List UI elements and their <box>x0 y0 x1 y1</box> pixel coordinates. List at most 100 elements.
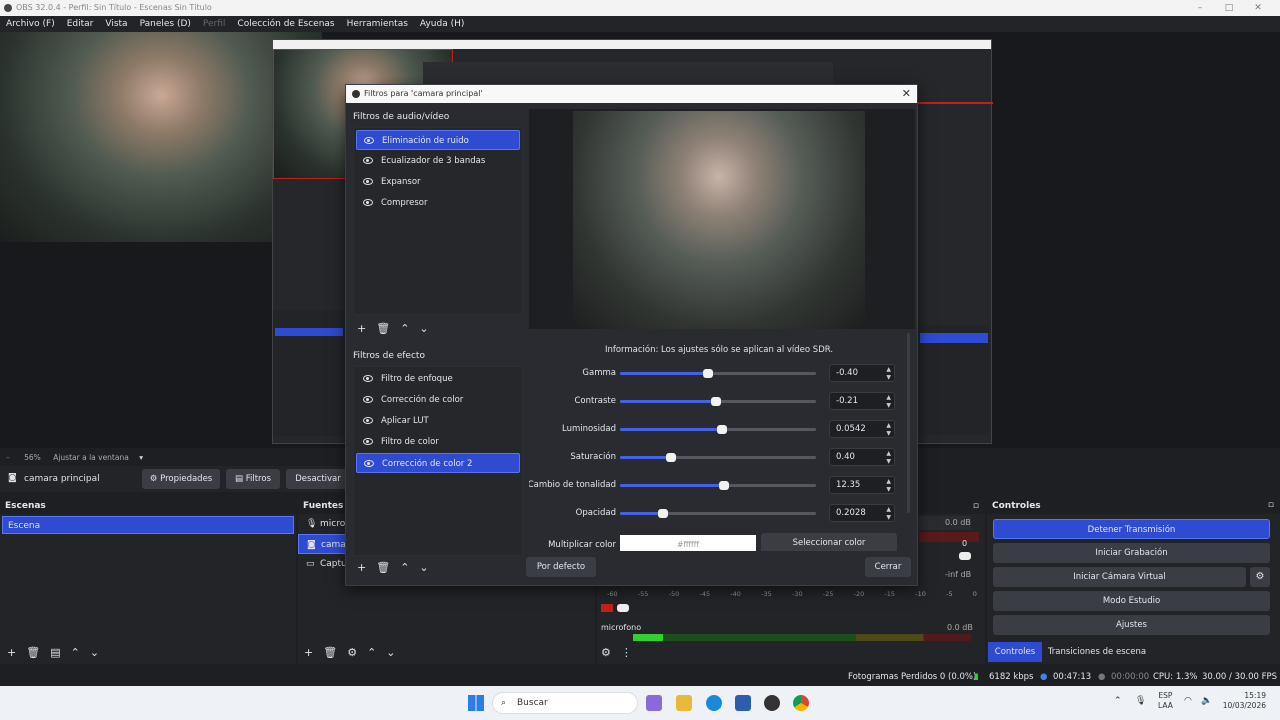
zoom-level[interactable]: 56% <box>24 453 41 462</box>
add-source-icon[interactable]: + <box>304 646 313 659</box>
remove-filter-icon[interactable]: 🗑 <box>376 322 390 335</box>
remove-source-icon[interactable]: 🗑 <box>323 646 337 659</box>
visibility-eye-icon[interactable] <box>363 199 373 206</box>
copilot-app-icon[interactable] <box>646 695 662 711</box>
tray-chevron-icon[interactable]: ⌃ <box>1114 696 1122 706</box>
start-recording-button[interactable]: Iniciar Grabación <box>993 543 1270 563</box>
volume-icon[interactable]: 🔈 <box>1201 696 1212 706</box>
taskbar-search[interactable]: ⌕ Buscar <box>492 692 638 714</box>
filter-down-icon[interactable]: ⌄ <box>419 322 428 335</box>
property-slider[interactable] <box>620 369 816 378</box>
mixer-volume-handle-2[interactable] <box>617 604 629 612</box>
av-filter-item[interactable]: Expansor <box>356 172 520 192</box>
menu-coleccion[interactable]: Colección de Escenas <box>237 16 334 32</box>
spin-up-icon[interactable]: ▲ <box>886 478 891 485</box>
spin-down-icon[interactable]: ▼ <box>886 402 891 409</box>
visibility-eye-icon[interactable] <box>363 438 373 445</box>
wifi-icon[interactable]: ◠ <box>1184 696 1192 706</box>
slider-handle[interactable] <box>716 425 727 434</box>
minimize-button[interactable]: – <box>1188 0 1212 16</box>
move-down-icon[interactable]: ⌄ <box>90 646 99 659</box>
deactivate-button[interactable]: Desactivar <box>286 469 350 489</box>
studio-mode-button[interactable]: Modo Estudio <box>993 591 1270 611</box>
tab-scene-transitions[interactable]: Transiciones de escena <box>1045 642 1149 662</box>
remove-fx-filter-icon[interactable]: 🗑 <box>376 561 390 574</box>
mic-tray-icon[interactable]: 🎙 <box>1135 696 1146 706</box>
visibility-eye-icon[interactable] <box>363 396 373 403</box>
properties-button[interactable]: ⚙ Propiedades <box>142 469 220 489</box>
tab-controls[interactable]: Controles <box>988 642 1042 662</box>
property-spinbox[interactable]: 0.40 ▲ ▼ <box>829 448 895 466</box>
property-spinbox[interactable]: 0.2028 ▲ ▼ <box>829 504 895 522</box>
property-slider[interactable] <box>620 509 816 518</box>
add-fx-filter-icon[interactable]: + <box>357 561 366 574</box>
spin-up-icon[interactable]: ▲ <box>886 366 891 373</box>
spin-up-icon[interactable]: ▲ <box>886 394 891 401</box>
slider-handle[interactable] <box>703 369 714 378</box>
fx-filter-item[interactable]: Aplicar LUT <box>356 411 520 431</box>
mixer-menu-icon[interactable]: ⋮ <box>621 646 632 659</box>
slider-handle[interactable] <box>718 481 729 490</box>
property-spinbox[interactable]: 12.35 ▲ ▼ <box>829 476 895 494</box>
menu-vista[interactable]: Vista <box>105 16 127 32</box>
mute-indicator[interactable] <box>601 604 613 612</box>
visibility-eye-icon[interactable] <box>363 417 373 424</box>
fx-filter-item[interactable]: Filtro de color <box>356 432 520 452</box>
visibility-eye-icon[interactable] <box>363 178 373 185</box>
settings-button[interactable]: Ajustes <box>993 615 1270 635</box>
windows-start-icon[interactable] <box>468 695 484 711</box>
fx-filter-down-icon[interactable]: ⌄ <box>419 561 428 574</box>
close-button[interactable]: Cerrar <box>865 557 911 577</box>
filter-up-icon[interactable]: ⌃ <box>400 322 409 335</box>
add-filter-icon[interactable]: + <box>357 322 366 335</box>
color-swatch[interactable]: #ffffff <box>620 535 756 551</box>
property-spinbox[interactable]: 0.0542 ▲ ▼ <box>829 420 895 438</box>
spin-up-icon[interactable]: ▲ <box>886 506 891 513</box>
spin-down-icon[interactable]: ▼ <box>886 458 891 465</box>
av-filter-item[interactable]: Eliminación de ruido <box>356 130 520 150</box>
menu-perfil[interactable]: Perfil <box>203 16 226 32</box>
av-filter-item[interactable]: Compresor <box>356 193 520 213</box>
chrome-browser-icon[interactable] <box>793 695 809 711</box>
dialog-close-icon[interactable]: ✕ <box>902 85 911 103</box>
fx-filter-item[interactable]: Corrección de color 2 <box>356 453 520 473</box>
fit-to-window[interactable]: Ajustar a la ventana <box>53 453 129 462</box>
menu-herramientas[interactable]: Herramientas <box>347 16 408 32</box>
remove-scene-icon[interactable]: 🗑 <box>26 646 40 659</box>
spin-down-icon[interactable]: ▼ <box>886 430 891 437</box>
language-indicator[interactable]: ESP LAA <box>1158 691 1173 711</box>
spin-down-icon[interactable]: ▼ <box>886 514 891 521</box>
spin-up-icon[interactable]: ▲ <box>886 422 891 429</box>
fx-filter-up-icon[interactable]: ⌃ <box>400 561 409 574</box>
add-scene-icon[interactable]: + <box>7 646 16 659</box>
controls-dock-float-icon[interactable]: ▫ <box>1268 500 1274 510</box>
menu-editar[interactable]: Editar <box>67 16 94 32</box>
spin-down-icon[interactable]: ▼ <box>886 374 891 381</box>
source-settings-icon[interactable]: ⚙ <box>347 646 357 659</box>
obs-taskbar-icon[interactable] <box>764 695 780 711</box>
source-up-icon[interactable]: ⌃ <box>367 646 376 659</box>
start-virtual-camera-button[interactable]: Iniciar Cámara Virtual <box>993 567 1246 587</box>
dock-float-icon[interactable]: ▫ <box>973 498 979 514</box>
visibility-eye-icon[interactable] <box>364 137 374 144</box>
visibility-eye-icon[interactable] <box>364 460 374 467</box>
spin-up-icon[interactable]: ▲ <box>886 450 891 457</box>
filters-button[interactable]: ▤ Filtros <box>226 469 280 489</box>
scene-item[interactable]: Escena <box>2 516 294 534</box>
visibility-eye-icon[interactable] <box>363 157 373 164</box>
fx-filter-item[interactable]: Filtro de enfoque <box>356 369 520 389</box>
menu-archivo[interactable]: Archivo (F) <box>6 16 55 32</box>
visibility-eye-icon[interactable] <box>363 375 373 382</box>
property-spinbox[interactable]: -0.21 ▲ ▼ <box>829 392 895 410</box>
taskbar-clock[interactable]: 15:19 10/03/2026 <box>1222 691 1266 711</box>
property-slider[interactable] <box>620 425 816 434</box>
move-up-icon[interactable]: ⌃ <box>71 646 80 659</box>
property-spinbox[interactable]: -0.40 ▲ ▼ <box>829 364 895 382</box>
fx-filter-item[interactable]: Corrección de color <box>356 390 520 410</box>
slider-handle[interactable] <box>658 509 669 518</box>
av-filter-item[interactable]: Ecualizador de 3 bandas <box>356 151 520 171</box>
maximize-button[interactable]: □ <box>1217 0 1241 16</box>
mixer-volume-handle-1[interactable] <box>959 552 971 560</box>
defaults-button[interactable]: Por defecto <box>526 557 596 577</box>
source-down-icon[interactable]: ⌄ <box>386 646 395 659</box>
